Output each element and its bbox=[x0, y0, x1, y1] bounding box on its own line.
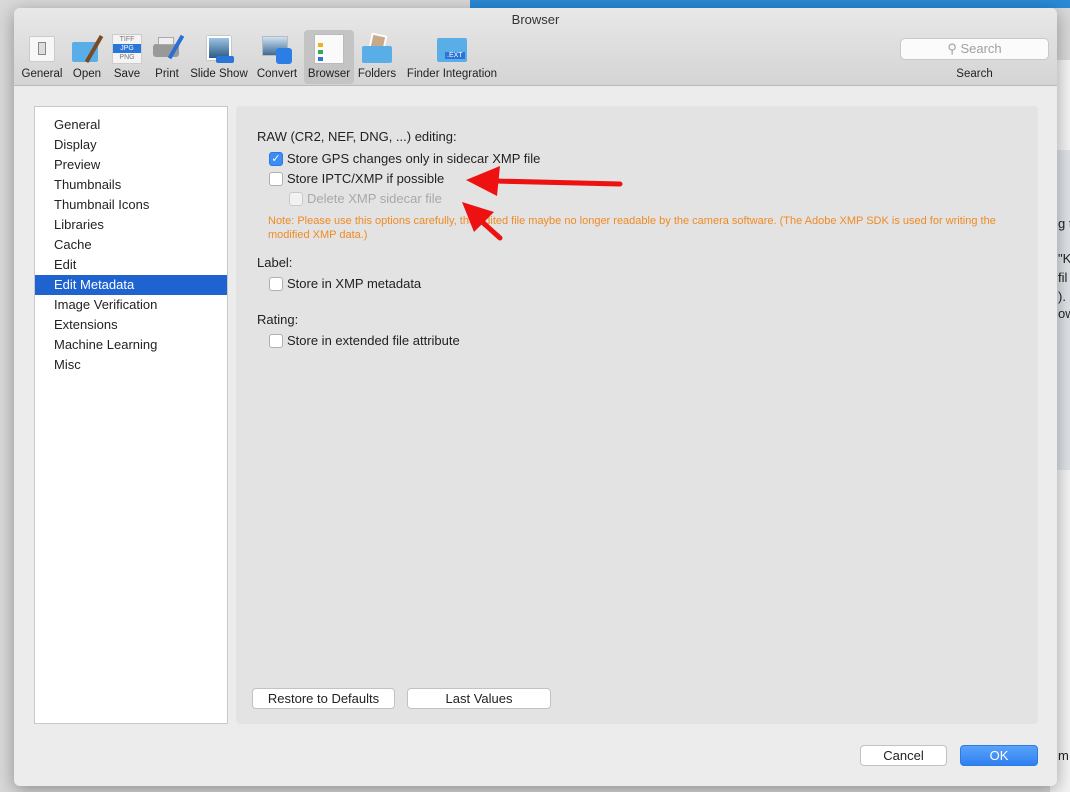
slideshow-icon bbox=[204, 34, 234, 64]
toolbar-label: Slide Show bbox=[190, 68, 248, 80]
format-label: PNG bbox=[119, 54, 135, 61]
printer-icon bbox=[152, 34, 185, 64]
folders-icon bbox=[362, 32, 392, 64]
sidebar-item-misc[interactable]: Misc bbox=[35, 355, 227, 375]
toolbar-label: Save bbox=[113, 68, 141, 80]
sidebar-item-image-verification[interactable]: Image Verification bbox=[35, 295, 227, 315]
background-text: "K bbox=[1058, 251, 1070, 266]
checkmark-icon: ✓ bbox=[271, 153, 281, 165]
finder-ext-icon: .EXT bbox=[437, 34, 467, 64]
label-heading: Label: bbox=[257, 255, 293, 270]
preferences-window: Browser General Open TIFF JPG PNG Save P… bbox=[14, 8, 1057, 786]
raw-heading: RAW (CR2, NEF, DNG, ...) editing: bbox=[257, 129, 457, 144]
file-formats-icon: TIFF JPG PNG bbox=[112, 34, 142, 64]
background-text: ow bbox=[1058, 306, 1070, 321]
toolbar-browser[interactable]: Browser bbox=[304, 30, 354, 84]
convert-icon bbox=[262, 34, 292, 64]
gps-sidecar-label[interactable]: Store GPS changes only in sidecar XMP fi… bbox=[287, 151, 540, 166]
background-text: fil bbox=[1058, 270, 1068, 285]
format-label: TIFF bbox=[119, 36, 135, 43]
switch-icon bbox=[27, 34, 57, 64]
search-icon: ⚲ bbox=[947, 41, 957, 56]
toolbar-label: Open bbox=[72, 68, 102, 80]
rating-attr-label[interactable]: Store in extended file attribute bbox=[287, 333, 460, 348]
toolbar-save[interactable]: TIFF JPG PNG Save bbox=[108, 30, 146, 84]
toolbar: Browser General Open TIFF JPG PNG Save P… bbox=[14, 8, 1057, 86]
background-text: ). bbox=[1058, 289, 1066, 304]
last-values-button[interactable]: Last Values bbox=[407, 688, 551, 709]
sidebar-item-machine-learning[interactable]: Machine Learning bbox=[35, 335, 227, 355]
sidebar-item-edit-metadata[interactable]: Edit Metadata bbox=[35, 275, 227, 295]
toolbar-label: Convert bbox=[256, 68, 298, 80]
category-list: General Display Preview Thumbnails Thumb… bbox=[34, 106, 228, 724]
toolbar-label: Print bbox=[155, 68, 179, 80]
toolbar-label: General bbox=[21, 68, 63, 80]
sidebar-item-general[interactable]: General bbox=[35, 115, 227, 135]
sidebar-item-cache[interactable]: Cache bbox=[35, 235, 227, 255]
folder-brush-icon bbox=[72, 34, 104, 64]
toolbar-slide-show[interactable]: Slide Show bbox=[188, 30, 250, 84]
store-iptc-checkbox[interactable] bbox=[269, 172, 283, 186]
toolbar-finder-integration[interactable]: .EXT Finder Integration bbox=[404, 30, 500, 84]
ok-button[interactable]: OK bbox=[960, 745, 1038, 766]
window-title: Browser bbox=[511, 12, 560, 27]
raw-note: Note: Please use this options carefully,… bbox=[268, 215, 996, 241]
delete-sidecar-checkbox bbox=[289, 192, 303, 206]
toolbar-folders[interactable]: Folders bbox=[356, 30, 398, 84]
toolbar-convert[interactable]: Convert bbox=[254, 30, 300, 84]
toolbar-label: Folders bbox=[357, 68, 397, 80]
background-window-header bbox=[470, 0, 1070, 8]
search-input[interactable]: ⚲ Search bbox=[900, 38, 1049, 60]
sidebar-item-thumbnail-icons[interactable]: Thumbnail Icons bbox=[35, 195, 227, 215]
store-iptc-label[interactable]: Store IPTC/XMP if possible bbox=[287, 171, 444, 186]
toolbar-label: Browser bbox=[307, 68, 351, 80]
cancel-button[interactable]: Cancel bbox=[860, 745, 947, 766]
settings-panel: RAW (CR2, NEF, DNG, ...) editing: ✓ Stor… bbox=[236, 106, 1038, 724]
toolbar-print[interactable]: Print bbox=[148, 30, 186, 84]
toolbar-open[interactable]: Open bbox=[67, 30, 107, 84]
label-xmp-checkbox[interactable] bbox=[269, 277, 283, 291]
toolbar-general[interactable]: General bbox=[20, 30, 64, 84]
restore-defaults-button[interactable]: Restore to Defaults bbox=[252, 688, 395, 709]
rating-attr-checkbox[interactable] bbox=[269, 334, 283, 348]
sidebar-item-extensions[interactable]: Extensions bbox=[35, 315, 227, 335]
ext-badge: .EXT bbox=[445, 52, 465, 59]
browser-icon bbox=[314, 34, 344, 64]
background-text: g t bbox=[1058, 216, 1070, 231]
sidebar-item-thumbnails[interactable]: Thumbnails bbox=[35, 175, 227, 195]
label-xmp-label[interactable]: Store in XMP metadata bbox=[287, 276, 421, 291]
rating-heading: Rating: bbox=[257, 312, 299, 327]
sidebar-item-preview[interactable]: Preview bbox=[35, 155, 227, 175]
format-label: JPG bbox=[113, 44, 141, 53]
sidebar-item-edit[interactable]: Edit bbox=[35, 255, 227, 275]
delete-sidecar-label: Delete XMP sidecar file bbox=[307, 191, 442, 206]
search-label: Search bbox=[956, 68, 993, 80]
sidebar-item-display[interactable]: Display bbox=[35, 135, 227, 155]
toolbar-label: Finder Integration bbox=[406, 68, 498, 80]
search-placeholder: Search bbox=[960, 41, 1002, 56]
gps-sidecar-checkbox[interactable]: ✓ bbox=[269, 152, 283, 166]
background-text: m bbox=[1058, 748, 1069, 763]
sidebar-item-libraries[interactable]: Libraries bbox=[35, 215, 227, 235]
